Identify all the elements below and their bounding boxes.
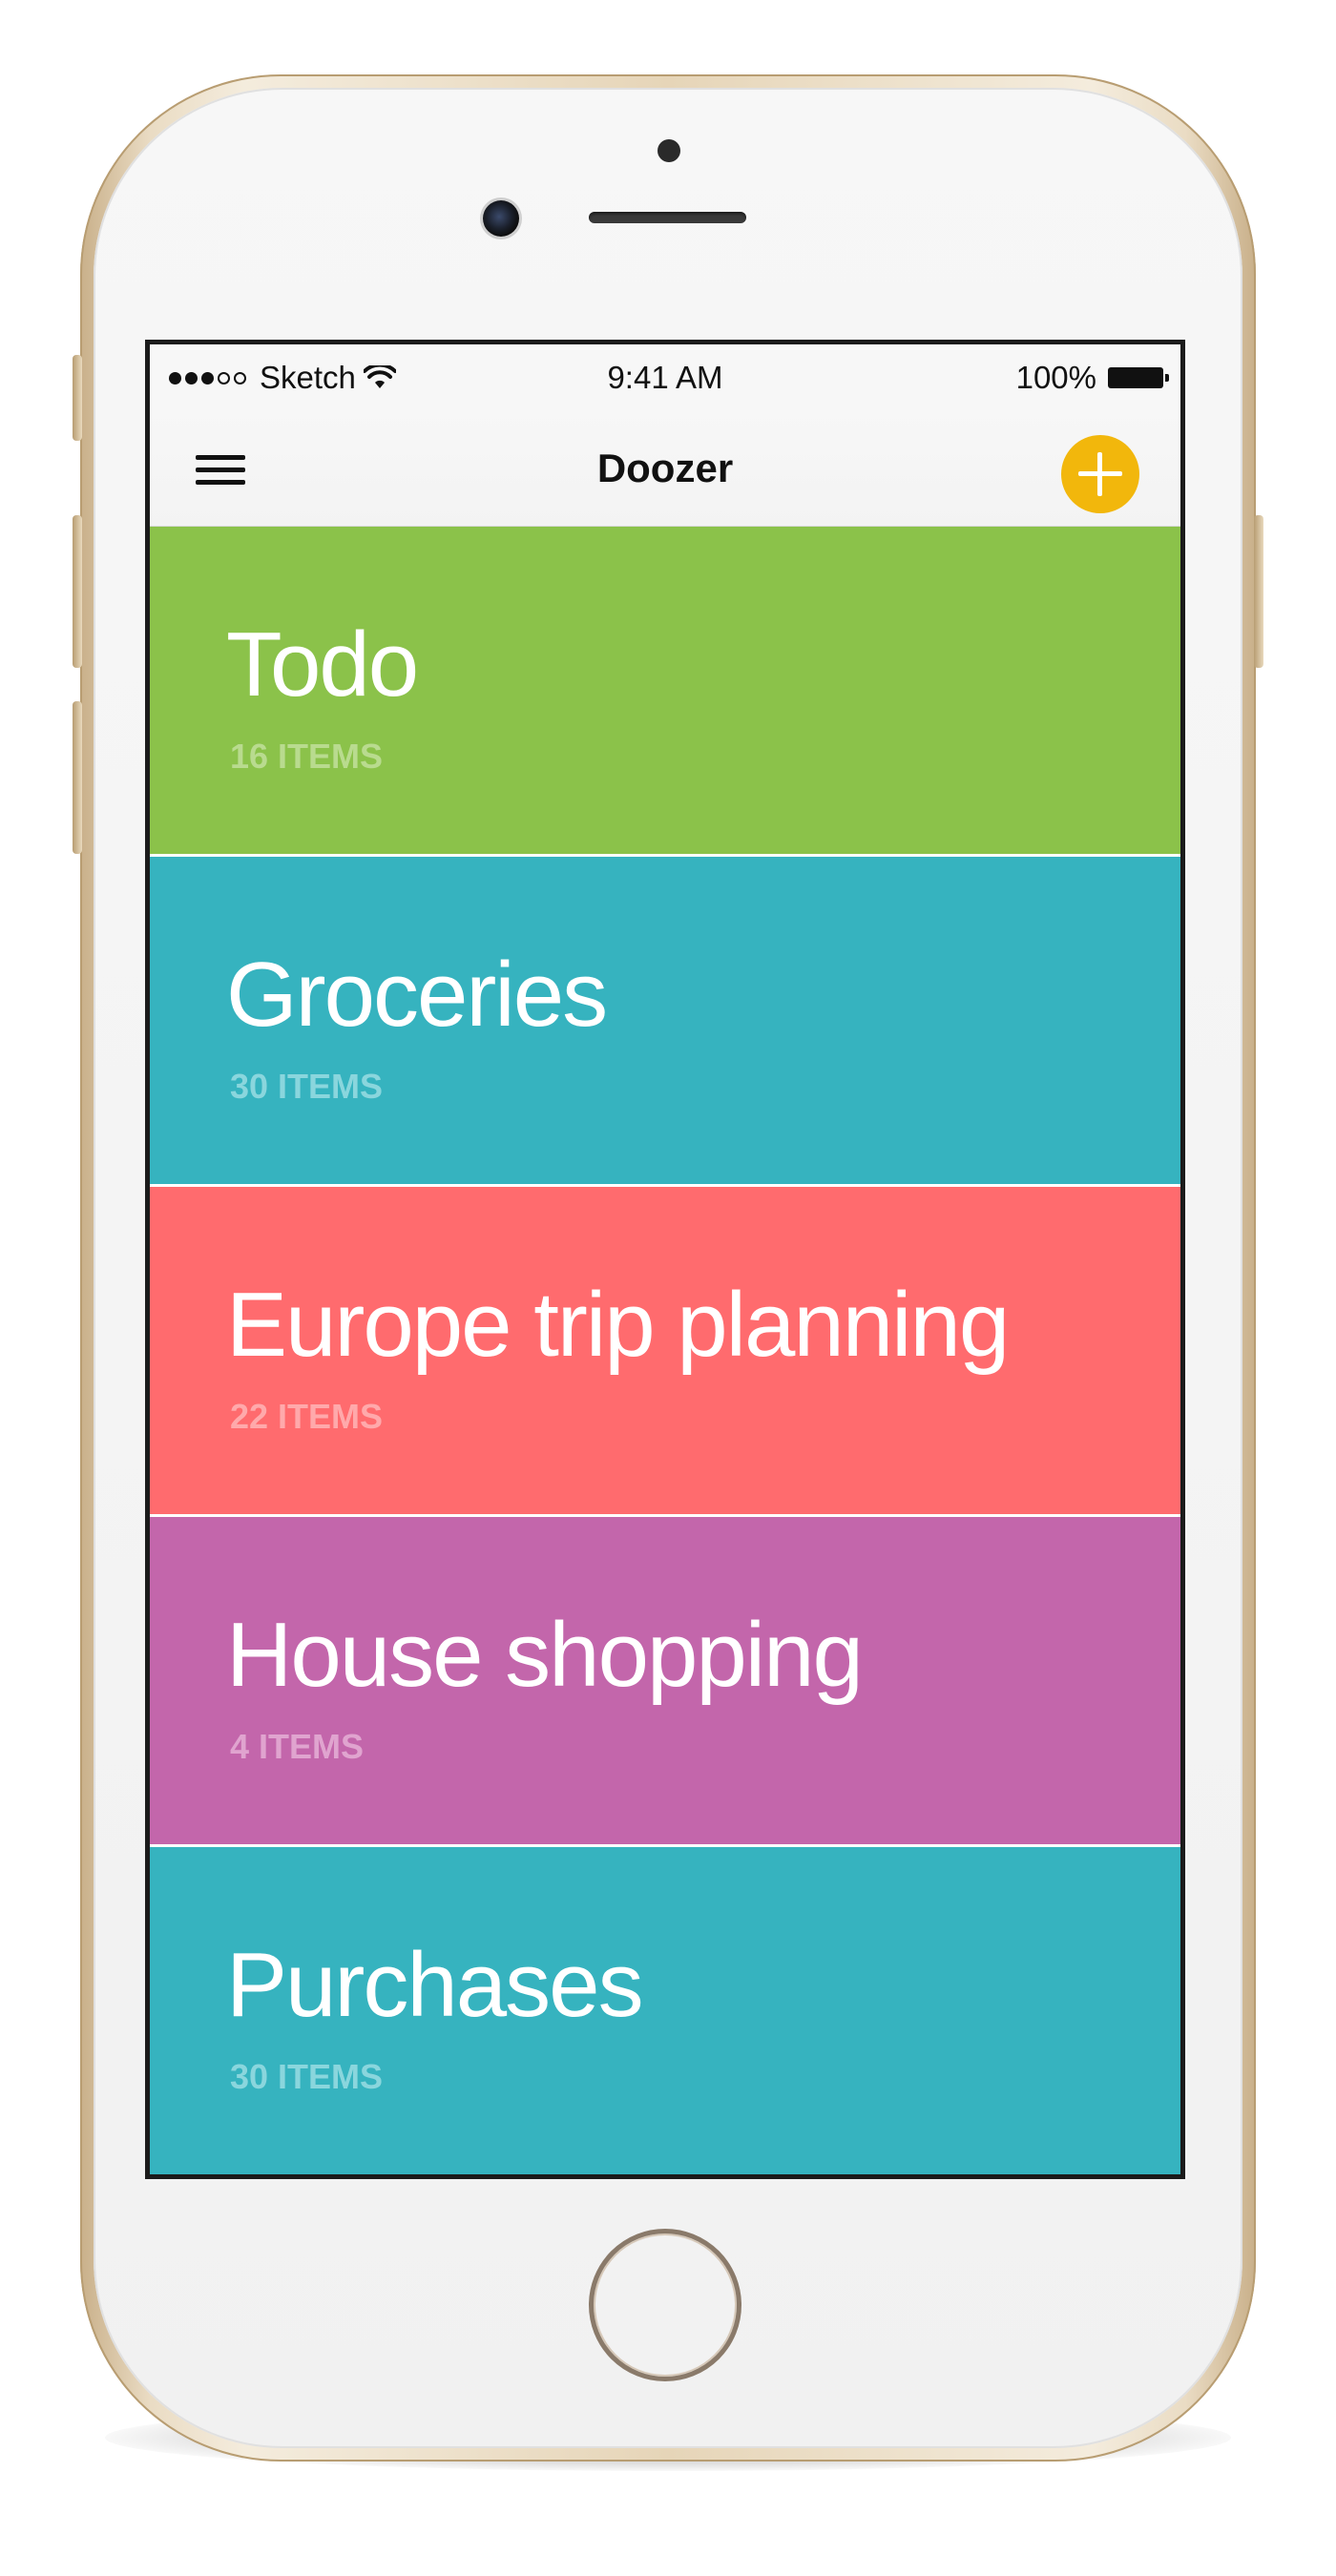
earpiece-speaker	[589, 212, 746, 223]
list-item-count: 30 ITEMS	[230, 1067, 384, 1106]
list-item-groceries[interactable]: Groceries 30 ITEMS	[150, 857, 1180, 1184]
list-item-europe-trip-planning[interactable]: Europe trip planning 22 ITEMS	[150, 1187, 1180, 1514]
navigation-bar: Doozer	[150, 411, 1180, 527]
list-title: Europe trip planning	[226, 1274, 1010, 1376]
status-right: 100%	[1015, 360, 1169, 396]
status-bar: Sketch 9:41 AM 100%	[150, 344, 1180, 411]
volume-down-button	[73, 701, 82, 854]
app-title: Doozer	[596, 446, 734, 490]
lists-container: Todo 16 ITEMS Groceries 30 ITEMS Europe …	[150, 527, 1180, 2174]
proximity-sensor	[658, 139, 680, 162]
list-item-count: 22 ITEMS	[230, 1397, 384, 1436]
power-button	[1254, 515, 1263, 668]
battery-icon	[1108, 367, 1169, 388]
add-list-button[interactable]	[1061, 435, 1139, 513]
list-item-count: 4 ITEMS	[230, 1727, 365, 1766]
list-item-count: 30 ITEMS	[230, 2057, 384, 2096]
list-title: Groceries	[226, 944, 608, 1046]
phone-screen: Sketch 9:41 AM 100% Doozer Todo 16 ITEMS…	[145, 340, 1185, 2179]
front-camera	[483, 200, 519, 237]
device-mockup: Sketch 9:41 AM 100% Doozer Todo 16 ITEMS…	[0, 0, 1336, 2576]
list-item-purchases[interactable]: Purchases 30 ITEMS	[150, 1847, 1180, 2174]
list-item-house-shopping[interactable]: House shopping 4 ITEMS	[150, 1517, 1180, 1844]
list-title: House shopping	[226, 1604, 864, 1706]
list-title: Todo	[226, 613, 419, 716]
mute-switch	[73, 355, 82, 441]
volume-up-button	[73, 515, 82, 668]
list-title: Purchases	[226, 1934, 644, 2036]
list-item-count: 16 ITEMS	[230, 737, 384, 776]
home-button[interactable]	[589, 2229, 741, 2381]
battery-percent: 100%	[1015, 360, 1096, 395]
list-item-todo[interactable]: Todo 16 ITEMS	[150, 527, 1180, 854]
